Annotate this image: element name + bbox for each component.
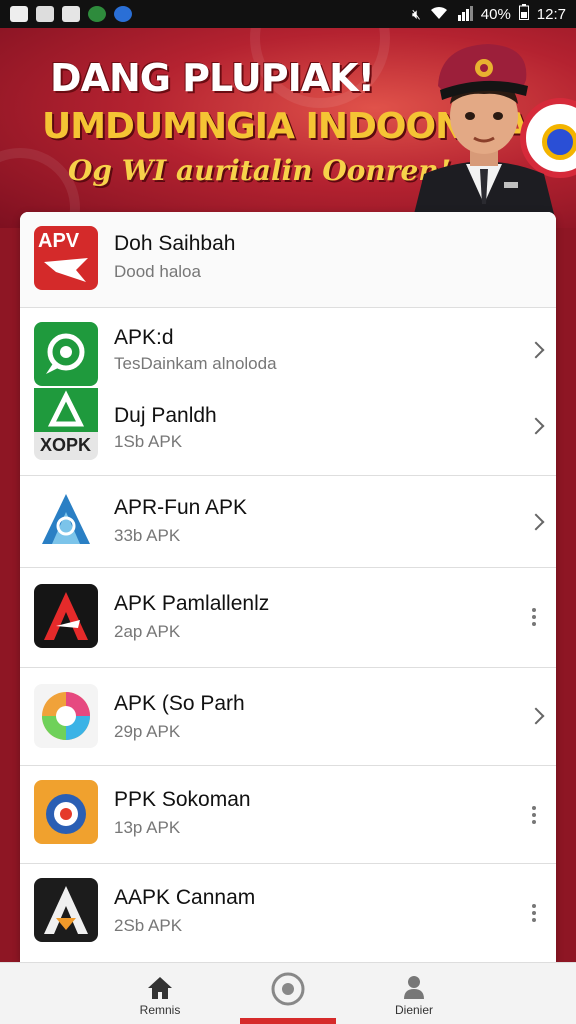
bottom-navigation: Remnis Dienier (0, 962, 576, 1024)
featured-item-title: Doh Saihbah (114, 232, 236, 255)
active-tab-indicator (240, 1018, 336, 1024)
app-title: APR-Fun APK (114, 496, 248, 519)
xopk-icon: XOPK (34, 388, 98, 460)
notification-icon (10, 6, 28, 22)
home-icon (148, 977, 172, 999)
orange-badge-icon (34, 780, 98, 844)
notification-icons (10, 6, 132, 22)
gallery-icon (36, 6, 54, 22)
system-icons: 🔇︎ 40% 12:7 (412, 4, 566, 24)
nav-profile[interactable]: Dienier (354, 963, 474, 1024)
app-subtitle: 2ap APK (114, 622, 181, 641)
featured-item-subtitle: Dood haloa (114, 262, 201, 281)
mute-icon: 🔇︎ (411, 5, 421, 22)
red-a-icon (34, 584, 98, 648)
chevron-right-icon[interactable] (527, 341, 545, 359)
app-subtitle: 13p APK (114, 818, 181, 837)
featured-item[interactable]: APV Doh Saihbah Dood haloa (20, 212, 556, 308)
green-speech-icon (34, 322, 98, 386)
list-item[interactable]: APK (So Parh 29p APK (20, 668, 556, 766)
more-options-icon[interactable] (532, 608, 536, 626)
chevron-right-icon[interactable] (527, 707, 545, 725)
app-title: Duj Panldh (114, 404, 217, 427)
app-subtitle: 1Sb APK (114, 432, 183, 451)
apv-icon-label: APV (38, 230, 80, 252)
clock: 12:7 (536, 5, 566, 23)
app-group: APK:d TesDainkam alnoloda XOPK Duj Panld… (20, 308, 556, 476)
list-item[interactable]: APK Pamlallenlz 2ap APK (20, 568, 556, 668)
app-list-panel: APV Doh Saihbah Dood haloa APK:d TesDain… (20, 212, 556, 962)
rainbow-swirl-icon (34, 684, 98, 748)
app-title: APK Pamlallenlz (114, 592, 270, 615)
nav-record[interactable] (228, 963, 348, 1024)
app-notification-icon (88, 6, 106, 22)
record-icon (271, 972, 305, 1006)
app-title: APK (So Parh (114, 692, 245, 715)
status-bar: 🔇︎ 40% 12:7 (0, 0, 576, 28)
chevron-right-icon[interactable] (527, 513, 545, 531)
banner-tagline: Og WI auritalin Oonren! (68, 154, 451, 187)
nav-home[interactable]: Remnis (100, 963, 220, 1024)
battery-icon (518, 4, 529, 24)
app-title: APK:d (114, 326, 174, 349)
list-item[interactable]: PPK Sokoman 13p APK (20, 766, 556, 864)
wifi-icon (429, 5, 449, 24)
xopk-icon-label: XOPK (40, 435, 92, 455)
promo-banner[interactable]: DANG PLUPIAK! UMDUMNGIA INDOONSIA Og WI … (0, 28, 576, 228)
list-item[interactable]: APR-Fun APK 33b APK (20, 476, 556, 568)
more-options-icon[interactable] (532, 904, 536, 922)
message-icon (62, 6, 80, 22)
signal-icon (457, 5, 473, 24)
banner-title: DANG PLUPIAK! (50, 56, 375, 100)
mascot-illustration (414, 44, 554, 214)
app-subtitle: 29p APK (114, 722, 181, 741)
blue-prism-icon (34, 488, 98, 552)
nav-profile-label: Dienier (394, 1003, 433, 1017)
person-icon (404, 976, 424, 999)
dark-a-icon (34, 878, 98, 942)
app-title: AAPK Cannam (114, 886, 256, 909)
nav-home-label: Remnis (139, 1003, 181, 1017)
more-options-icon[interactable] (532, 806, 536, 824)
apv-app-icon: APV (34, 226, 98, 290)
app-subtitle: TesDainkam alnoloda (114, 354, 277, 373)
app-subtitle: 2Sb APK (114, 916, 183, 935)
battery-percent: 40% (480, 5, 511, 23)
browser-icon (114, 6, 132, 22)
app-subtitle: 33b APK (114, 526, 181, 545)
chevron-right-icon[interactable] (527, 417, 545, 435)
app-title: PPK Sokoman (114, 788, 251, 811)
list-item[interactable]: AAPK Cannam 2Sb APK (20, 864, 556, 962)
